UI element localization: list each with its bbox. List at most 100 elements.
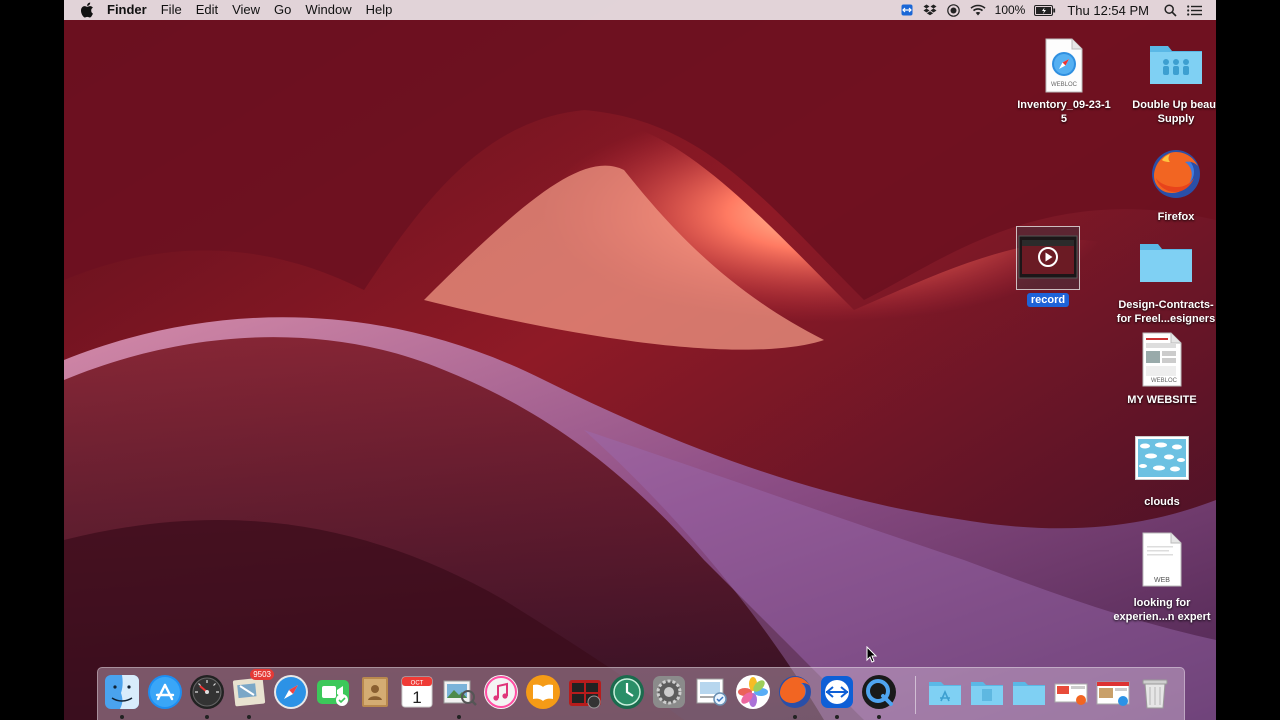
shared-folder-icon [1148, 40, 1204, 86]
webloc-preview-icon: WEBLOC [1140, 332, 1184, 388]
apple-menu-icon[interactable] [80, 2, 94, 18]
itunes-icon [484, 675, 518, 709]
dock-item-firefox[interactable] [776, 673, 814, 719]
wifi-icon[interactable] [970, 4, 986, 16]
dock-item-calendar[interactable]: OCT 1 [398, 673, 436, 711]
dock-separator [915, 676, 916, 714]
stack-preview-icon [1054, 683, 1088, 705]
dock-item-facetime[interactable] [314, 673, 352, 711]
desktop-icon-double-up-folder[interactable]: Double Up beaut Supply [1120, 40, 1216, 126]
app-store-icon [148, 675, 182, 709]
dock-item-dashboard[interactable] [188, 673, 226, 719]
dock-item-downloads-stack[interactable] [1052, 673, 1090, 711]
desktop-icon-my-website-webloc[interactable]: WEBLOC MY WEBSITE [1106, 332, 1216, 407]
dock-item-preview[interactable] [440, 673, 478, 719]
desktop-icon-label: clouds [1144, 496, 1180, 508]
dock-item-app-store[interactable] [146, 673, 184, 711]
spotlight-search-icon[interactable] [1164, 3, 1177, 17]
dock-item-time-machine[interactable] [608, 673, 646, 711]
applications-folder-icon [929, 682, 961, 705]
desktop-icon-label: Firefox [1157, 211, 1195, 223]
preview-icon-2 [696, 678, 727, 706]
contacts-icon [362, 677, 388, 707]
safari-icon [274, 675, 308, 709]
time-machine-icon [610, 675, 644, 709]
dock-item-ibooks[interactable] [524, 673, 562, 711]
dock-item-safari[interactable] [272, 673, 310, 711]
notification-center-icon[interactable] [1187, 4, 1202, 16]
web-badge-text: WEB [1154, 577, 1170, 584]
calendar-icon: OCT 1 [401, 676, 433, 708]
finder-icon [105, 675, 139, 709]
menu-window[interactable]: Window [298, 0, 358, 20]
photo-booth-icon [569, 680, 601, 709]
teamviewer-status-icon[interactable] [901, 4, 913, 16]
image-file-icon [1135, 436, 1189, 480]
menu-go[interactable]: Go [267, 0, 298, 20]
desktop-icon-label: Double Up beaut Supply [1132, 99, 1216, 125]
webloc-badge-text: WEBLOC [1051, 82, 1078, 88]
preview-icon [443, 680, 477, 706]
dropbox-status-icon[interactable] [923, 4, 937, 16]
desktop-icon-record-video[interactable]: record [1000, 226, 1096, 307]
desktop-icon-label: Design-Contracts- for Freel...esigners [1116, 299, 1216, 325]
mail-unread-badge: 9503 [250, 669, 274, 680]
calendar-day: 1 [412, 688, 421, 707]
desktop-icon-label: MY WEBSITE [1127, 394, 1197, 406]
dock-item-itunes[interactable] [482, 673, 520, 711]
desktop-icon-firefox[interactable]: Firefox [1120, 146, 1216, 224]
dock-item-applications-folder[interactable] [926, 673, 964, 711]
quicktime-icon [862, 675, 896, 709]
menu-help[interactable]: Help [359, 0, 400, 20]
desktop-icon-design-contracts-folder[interactable]: Design-Contracts- for Freel...esigners [1110, 240, 1216, 326]
facetime-icon [317, 680, 349, 706]
desktop-icon-looking-for-expert-web[interactable]: WEB looking for experien...n expert [1106, 532, 1216, 624]
webloc-file-icon: WEBLOC [1042, 38, 1086, 94]
dock-item-mail[interactable]: 9503 [230, 669, 274, 719]
photos-icon [736, 675, 770, 709]
dock-item-downloads-folder[interactable] [1010, 673, 1048, 711]
desktop-icon-label: Inventory_09-23-1 5 [1017, 99, 1111, 125]
video-file-icon [1016, 226, 1080, 290]
trash-icon [1142, 679, 1168, 709]
desktop-icon-label: looking for experien...n expert [1113, 597, 1211, 623]
menu-file[interactable]: File [154, 0, 189, 20]
menu-bar: Finder File Edit View Go Window Help 100… [64, 0, 1216, 20]
firefox-dock-icon [779, 676, 811, 708]
documents-folder-icon [971, 682, 1003, 705]
dock-item-documents-folder[interactable] [968, 673, 1006, 711]
dock-item-quicktime[interactable] [860, 673, 898, 719]
battery-percentage[interactable]: 100% [995, 3, 1026, 17]
web-file-icon: WEB [1140, 532, 1184, 588]
firefox-icon [1148, 146, 1204, 202]
system-preferences-icon [653, 676, 685, 708]
battery-icon[interactable] [1034, 4, 1056, 16]
dock: 9503 OCT 1 [97, 667, 1185, 720]
dock-item-trash[interactable] [1136, 673, 1174, 711]
stack-preview-icon-2 [1096, 681, 1130, 706]
ibooks-icon [526, 675, 560, 709]
desktop-icon-label-selected: record [1026, 293, 1070, 307]
teamviewer-icon [821, 676, 853, 708]
dock-item-photos[interactable] [734, 673, 772, 711]
desktop-icon-clouds-image[interactable]: clouds [1106, 436, 1216, 509]
dock-item-system-preferences[interactable] [650, 673, 688, 711]
dock-item-finder[interactable] [103, 673, 141, 719]
webloc-badge-text: WEBLOC [1151, 378, 1178, 384]
dashboard-icon [190, 675, 224, 709]
app-menu-finder[interactable]: Finder [100, 0, 154, 20]
record-status-icon[interactable] [946, 3, 960, 17]
desktop-icon-inventory-webloc[interactable]: WEBLOC Inventory_09-23-1 5 [1008, 38, 1120, 126]
downloads-folder-icon [1013, 682, 1045, 705]
menu-view[interactable]: View [225, 0, 267, 20]
dock-item-teamviewer[interactable] [818, 673, 856, 719]
menubar-clock[interactable]: Thu 12:54 PM [1067, 3, 1149, 18]
mouse-pointer-icon [866, 646, 878, 663]
dock-item-recent-stack[interactable] [1094, 673, 1132, 711]
dock-item-contacts[interactable] [356, 673, 394, 711]
desktop-screen: Finder File Edit View Go Window Help 100… [64, 0, 1216, 720]
folder-icon [1138, 240, 1194, 286]
dock-item-photo-booth[interactable] [566, 673, 604, 711]
dock-item-preview-2[interactable] [692, 673, 730, 711]
menu-edit[interactable]: Edit [189, 0, 225, 20]
